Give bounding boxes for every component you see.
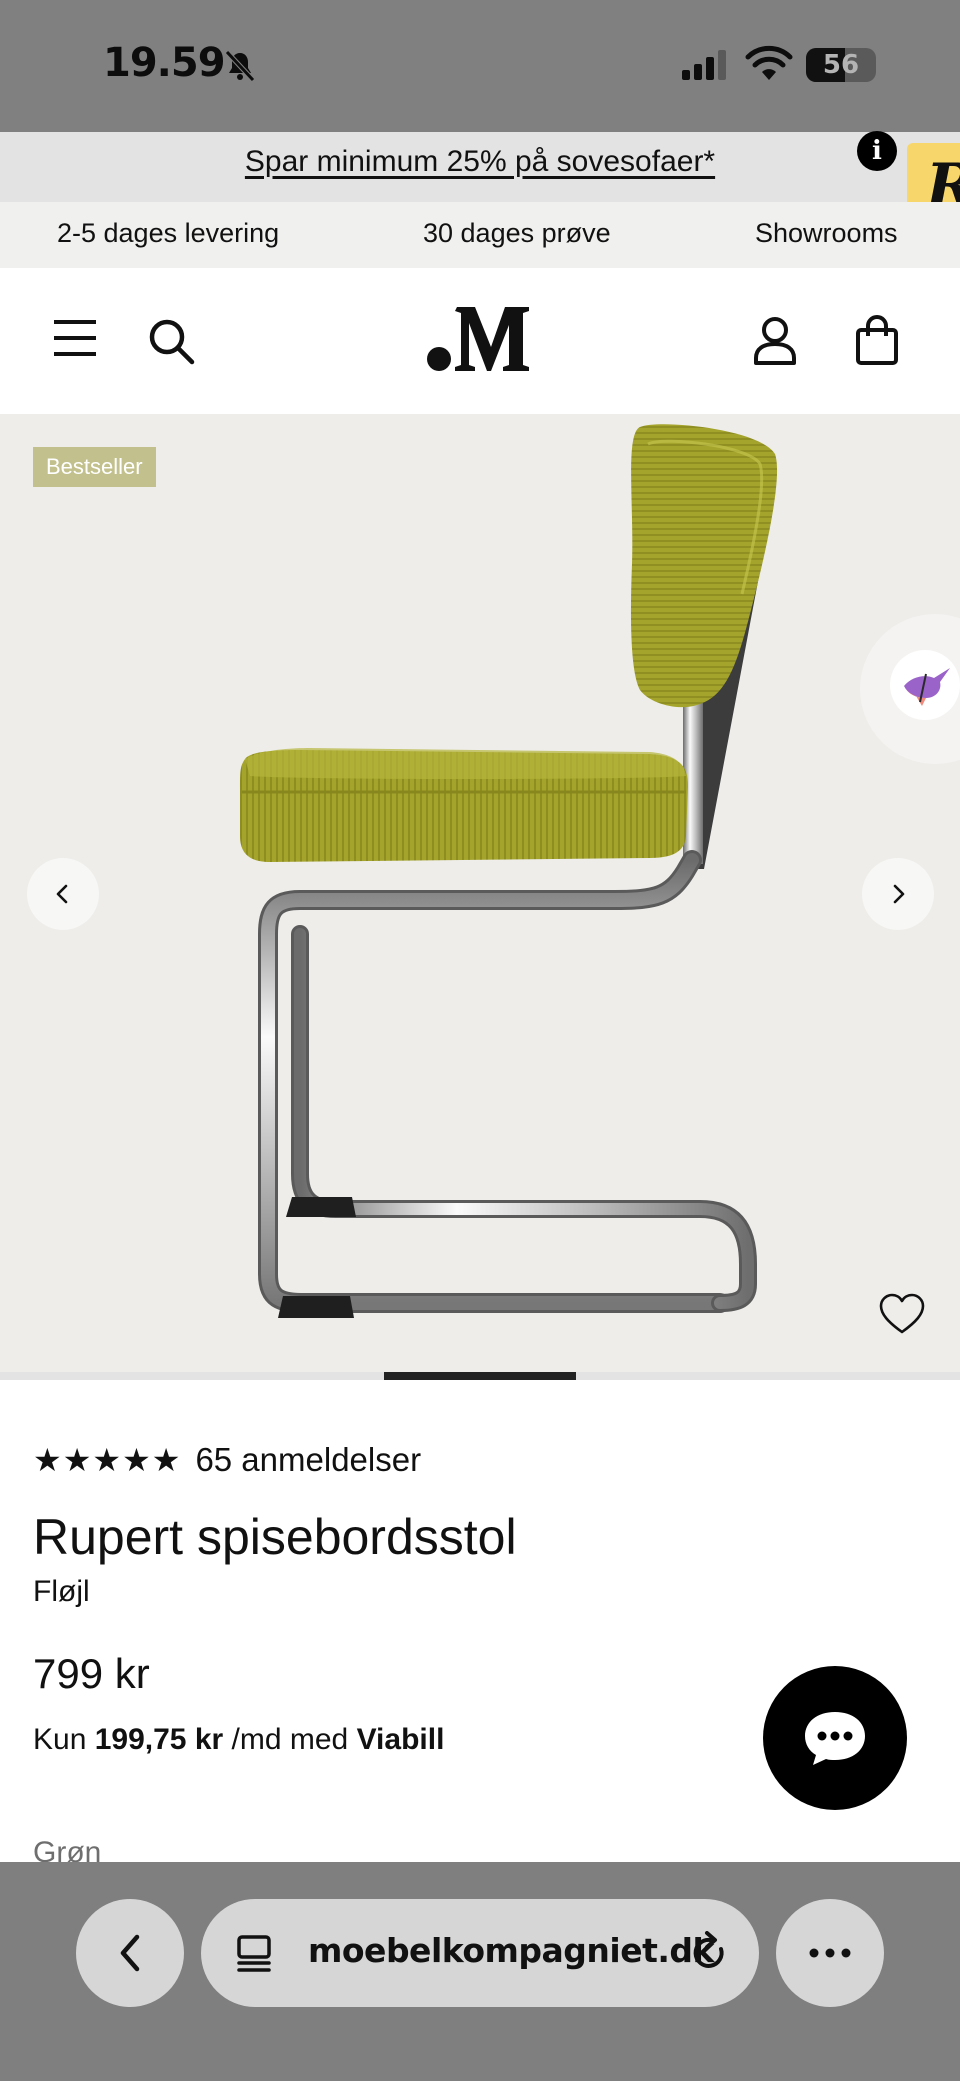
battery-percent: 56 [822, 50, 860, 80]
hummingbird-widget-inner [890, 650, 960, 720]
product-image [240, 424, 778, 1318]
chevron-left-icon [56, 884, 68, 904]
financing-middle: /md med [231, 1723, 349, 1756]
more-icon [809, 1948, 851, 1958]
usp-showrooms[interactable]: Showrooms [755, 218, 898, 249]
usp-trial: 30 dages prøve [423, 218, 611, 248]
status-bar: 19.59 56 [0, 0, 960, 132]
gallery-progress-bar [0, 1372, 960, 1380]
hamburger-menu-icon[interactable] [52, 318, 98, 358]
reload-icon[interactable] [689, 1931, 731, 1975]
product-title: Rupert spisebordsstol [33, 1509, 517, 1565]
address-bar[interactable]: moebelkompagniet.dk [201, 1899, 759, 2007]
product-rating[interactable]: ★★★★★ 65 anmeldelser [33, 1440, 421, 1480]
info-icon[interactable]: i [857, 131, 897, 171]
browser-back-button[interactable] [76, 1899, 184, 2007]
browser-toolbar: moebelkompagniet.dk [0, 1862, 960, 2081]
product-variant: Fløjl [33, 1575, 90, 1608]
url-text: moebelkompagniet.dk [308, 1931, 714, 1970]
financing-amount: 199,75 kr [94, 1723, 224, 1756]
usp-delivery: 2-5 dages levering [57, 218, 280, 248]
shopping-bag-icon[interactable] [855, 314, 899, 366]
financing-prefix: Kun [33, 1723, 87, 1756]
rating-stars: ★★★★★ [33, 1441, 182, 1479]
logo[interactable] [425, 303, 535, 373]
financing-info: Kun 199,75 kr /md med Viabill [33, 1723, 444, 1757]
chevron-right-icon [893, 884, 905, 904]
chat-button[interactable] [763, 1666, 907, 1810]
gallery-next-button[interactable] [862, 858, 934, 930]
product-image-gallery[interactable]: Bestseller [0, 414, 960, 1372]
wishlist-heart-icon[interactable] [878, 1292, 926, 1336]
product-price: 799 kr [33, 1650, 150, 1697]
promo-link[interactable]: Spar minimum 25% på sovesofaer* [245, 145, 715, 179]
gallery-prev-button[interactable] [27, 858, 99, 930]
back-chevron-icon [120, 1934, 140, 1972]
promo-banner: Spar minimum 25% på sovesofaer* [0, 132, 960, 202]
gallery-progress-thumb [384, 1372, 576, 1380]
bestseller-badge: Bestseller [33, 447, 156, 487]
hummingbird-icon [904, 668, 950, 706]
account-icon[interactable] [752, 316, 798, 366]
review-count[interactable]: 65 anmeldelser [195, 1441, 421, 1479]
battery-icon: 56 [806, 48, 876, 82]
chat-bubble-icon [805, 1712, 865, 1765]
status-time: 19.59 [103, 40, 226, 86]
browser-more-button[interactable] [776, 1899, 884, 2007]
financing-provider: Viabill [356, 1723, 445, 1756]
signal-icon [682, 50, 726, 80]
search-icon[interactable] [147, 317, 195, 365]
tab-overview-icon[interactable] [235, 1934, 273, 1974]
bell-slash-icon [225, 50, 255, 82]
usp-bar: 2-5 dages levering 30 dages prøve Showro… [0, 202, 960, 268]
site-header [0, 268, 960, 414]
wifi-icon [745, 45, 793, 80]
